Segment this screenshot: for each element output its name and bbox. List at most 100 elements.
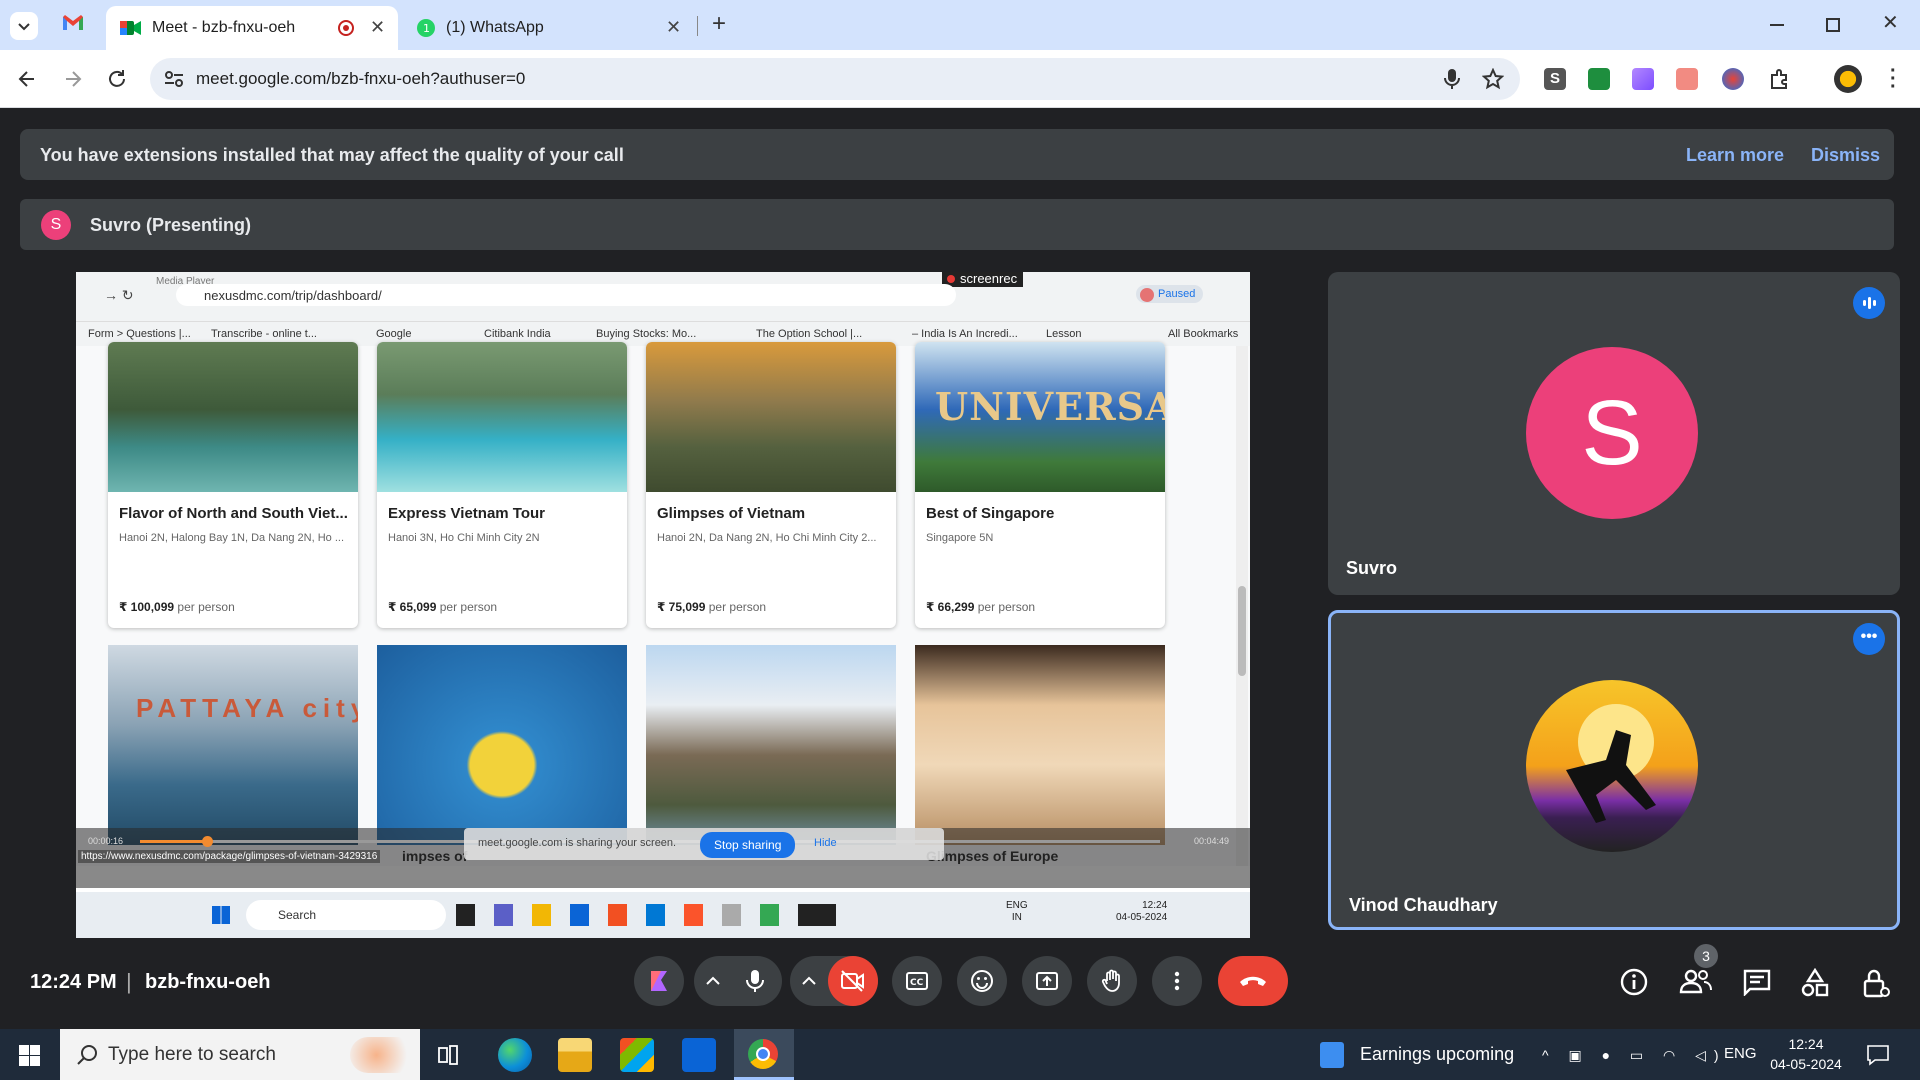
task-view-icon[interactable] [437,1044,459,1066]
audio-indicator-icon [1853,287,1885,319]
leave-call-button[interactable] [1218,956,1288,1006]
extension-globe-icon[interactable] [1722,68,1744,90]
chevron-up-icon[interactable] [800,972,818,990]
meeting-details-icon[interactable] [1620,968,1648,996]
shared-search-text: Search [278,908,317,922]
profile-avatar[interactable] [1834,65,1862,93]
close-tab-icon[interactable]: ✕ [370,17,385,38]
microphone-icon[interactable] [1442,68,1462,90]
extension-pen-icon[interactable] [1632,68,1654,90]
time-start: 00:00:16 [88,836,124,846]
earnings-icon [1320,1042,1344,1068]
shared-search-box: Search [246,900,446,930]
shared-clock-date: 04-05-2024 [1116,912,1168,923]
hide-button[interactable]: Hide [814,837,837,849]
tour-card: UNIVERSAL Best of Singapore Singapore 5N… [915,342,1165,628]
close-tab-icon[interactable]: ✕ [666,17,681,38]
tour-card-image [915,645,1165,845]
site-settings-icon[interactable] [164,70,184,88]
chrome-icon [748,1039,778,1069]
emoji-reaction-button[interactable] [957,956,1007,1006]
tour-card-image: PATTAYA city [108,645,358,845]
pattaya-text: PATTAYA city [136,693,358,723]
host-controls-lock-icon[interactable] [1862,968,1890,998]
audio-control-group [694,956,782,1006]
chat-icon[interactable] [1742,968,1772,996]
banner-message: You have extensions installed that may a… [40,145,624,165]
bookmark-item: Google [376,328,412,340]
progress-handle[interactable] [202,836,213,847]
scrollbar-track[interactable] [1236,346,1248,866]
tab-whatsapp-title: (1) WhatsApp [446,19,544,36]
notifications-icon[interactable] [1866,1043,1890,1067]
extensions-puzzle-icon[interactable] [1768,67,1792,91]
extension-sheet-icon[interactable] [1588,68,1610,90]
tray-language[interactable]: ENG [1724,1045,1757,1062]
shared-lang: ENG IN [1006,900,1028,924]
tab-meet-title: Meet - bzb-fnxu-oeh [152,19,296,36]
shared-lang-2: IN [1011,912,1022,923]
participant-tile[interactable]: S Suvro [1328,272,1900,595]
tray-clock[interactable]: 12:24 04-05-2024 [1768,1034,1844,1074]
meeting-time: 12:24 PM [30,971,117,993]
shared-nav-icons: → ↻ [104,287,134,303]
tour-card-image [646,645,896,845]
omnibox[interactable]: meet.google.com/bzb-fnxu-oeh?authuser=0 [150,58,1520,100]
browser-menu-icon[interactable]: · · · [1890,61,1897,97]
participant-tile[interactable]: Vinod Chaudhary ••• [1328,610,1900,930]
edge-taskbar-icon[interactable] [498,1038,532,1072]
new-tab-button[interactable]: + [712,10,726,38]
scrollbar-thumb[interactable] [1238,586,1246,676]
svg-text:CC: CC [910,978,924,988]
camera-off-button[interactable] [828,956,878,1006]
more-options-button[interactable] [1152,956,1202,1006]
chrome-taskbar-item[interactable] [734,1029,794,1080]
captions-button[interactable]: CC [892,956,942,1006]
mail-taskbar-icon[interactable] [682,1038,716,1072]
tour-price-value: ₹ 66,299 [926,600,975,614]
forward-icon[interactable] [62,68,84,90]
participant-avatar: S [1526,347,1698,519]
stop-sharing-button[interactable]: Stop sharing [700,832,796,858]
participant-options-button[interactable]: ••• [1853,623,1885,655]
microphone-icon[interactable] [744,969,766,993]
gmail-pinned-tab[interactable] [62,14,84,32]
raise-hand-button[interactable] [1087,956,1137,1006]
bookmark-star-icon[interactable] [1482,68,1504,90]
tour-price-value: ₹ 75,099 [657,600,706,614]
reload-icon[interactable] [106,68,128,90]
taskbar-search-box[interactable]: Type here to search [60,1029,420,1080]
extension-screenrec-icon[interactable] [1676,68,1698,90]
bookmark-item: Form > Questions |... [88,328,191,340]
tab-search-button[interactable] [10,12,38,40]
people-button[interactable]: 3 [1678,944,1718,998]
clock-time: 12:24 [1788,1036,1824,1052]
chevron-up-icon[interactable] [704,972,722,990]
participant-avatar [1526,680,1698,852]
tour-price: ₹ 100,099 per person [119,600,235,614]
more-vert-icon [1174,971,1180,991]
time-end: 00:04:49 [1194,836,1230,846]
back-icon[interactable] [16,68,38,90]
store-taskbar-icon[interactable] [620,1038,654,1072]
sharing-notice: meet.google.com is sharing your screen. … [464,828,944,860]
tab-whatsapp[interactable]: 1 (1) WhatsApp ✕ [404,6,694,50]
browser-tab-bar: Meet - bzb-fnxu-oeh ✕ 1 (1) WhatsApp ✕ +… [0,0,1920,50]
learn-more-link[interactable]: Learn more [1686,145,1784,166]
people-count-badge: 3 [1694,944,1718,968]
video-off-icon [841,970,864,992]
universal-text: UNIVERSAL [935,384,1165,429]
dismiss-button[interactable]: Dismiss [1811,145,1880,166]
activities-shapes-icon[interactable] [1800,968,1830,998]
tab-meet[interactable]: Meet - bzb-fnxu-oeh ✕ [106,6,398,50]
file-explorer-taskbar-icon[interactable] [558,1038,592,1072]
present-screen-button[interactable] [1022,956,1072,1006]
activities-button[interactable] [634,956,684,1006]
close-window-button[interactable]: ✕ [1882,10,1899,35]
restore-button[interactable] [1826,18,1840,32]
start-button[interactable] [19,1045,40,1066]
minimize-button[interactable] [1770,24,1784,26]
shared-clock: 12:24 04-05-2024 [1116,900,1167,924]
end-call-icon [1240,976,1266,986]
extension-s-icon[interactable]: S [1544,68,1566,90]
